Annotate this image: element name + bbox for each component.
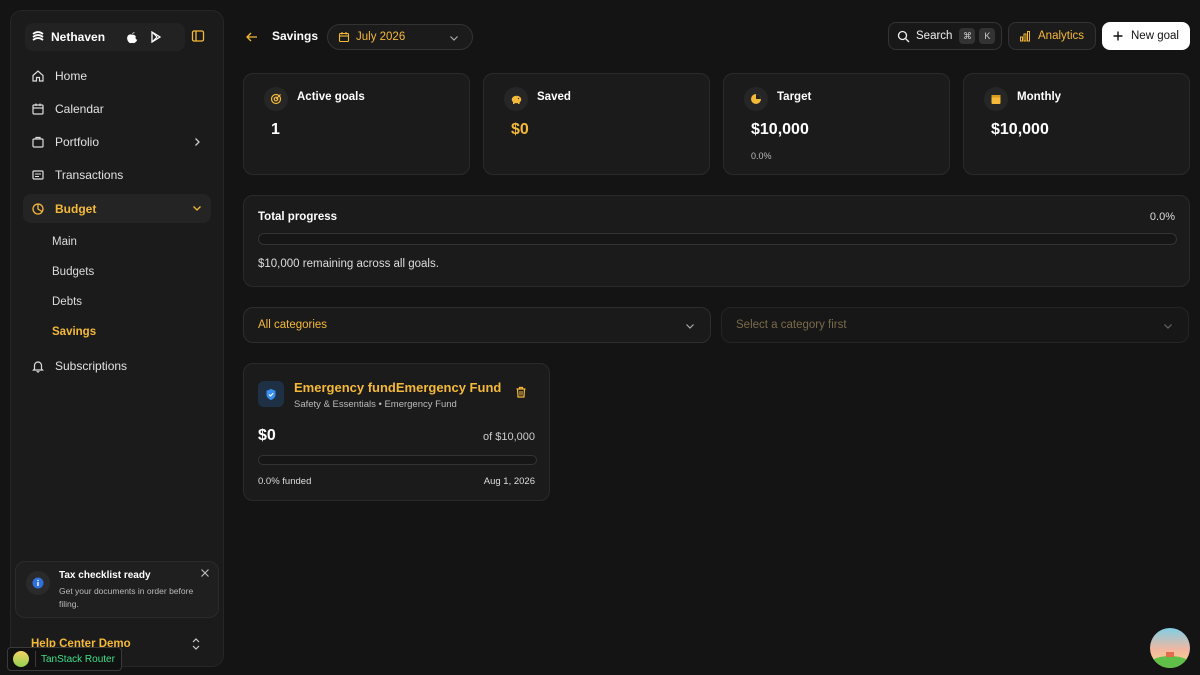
home-icon bbox=[31, 69, 45, 83]
bar-chart-icon bbox=[1019, 30, 1031, 42]
chevron-right-icon bbox=[191, 136, 203, 148]
pie-chart-icon bbox=[31, 202, 45, 216]
chevron-down-icon bbox=[1162, 320, 1174, 332]
stat-value: $0 bbox=[511, 121, 529, 138]
sidebar-item-home[interactable]: Home bbox=[23, 61, 211, 90]
stat-card-active-goals: Active goals 1 bbox=[243, 73, 470, 175]
pie-chart-icon bbox=[744, 87, 768, 111]
sidebar-item-calendar[interactable]: Calendar bbox=[23, 94, 211, 123]
stat-card-target: Target $10,000 0.0% bbox=[723, 73, 950, 175]
new-goal-button[interactable]: New goal bbox=[1102, 22, 1190, 50]
calendar-icon bbox=[31, 102, 45, 116]
analytics-button[interactable]: Analytics bbox=[1008, 22, 1096, 50]
analytics-label: Analytics bbox=[1038, 30, 1085, 42]
chevron-down-icon bbox=[448, 32, 460, 44]
trash-icon[interactable] bbox=[514, 385, 528, 399]
goal-card[interactable]: Emergency fundEmergency Fund Safety & Es… bbox=[243, 363, 550, 501]
category-select[interactable]: All categories bbox=[243, 307, 711, 343]
category-select-value: All categories bbox=[258, 319, 328, 331]
target-icon bbox=[264, 87, 288, 111]
stat-card-saved: Saved $0 bbox=[483, 73, 710, 175]
stat-value: 1 bbox=[271, 121, 280, 138]
stat-value: $10,000 bbox=[751, 121, 809, 138]
chevron-down-icon bbox=[191, 202, 203, 214]
stat-label: Active goals bbox=[297, 91, 365, 103]
close-icon[interactable] bbox=[200, 568, 210, 578]
new-goal-label: New goal bbox=[1131, 30, 1179, 42]
top-bar: Savings July 2026 Search ⌘ K Analytics N… bbox=[245, 22, 1190, 52]
calendar-icon bbox=[984, 87, 1008, 111]
stat-label: Monthly bbox=[1017, 91, 1062, 103]
devtools-label: TanStack Router bbox=[41, 653, 115, 665]
goal-subtitle: Safety & Essentials • Emergency Fund bbox=[294, 399, 457, 410]
stat-subtext: 0.0% bbox=[751, 151, 772, 161]
month-label: July 2026 bbox=[356, 31, 406, 43]
goal-saved: $0 bbox=[258, 427, 276, 444]
piggy-bank-icon bbox=[504, 87, 528, 111]
workspace-switcher[interactable]: Nethaven bbox=[25, 23, 185, 51]
sidebar-subitem-main[interactable]: Main bbox=[23, 227, 211, 257]
nethaven-logo-icon bbox=[31, 30, 45, 44]
progress-title: Total progress bbox=[258, 211, 338, 223]
search-label: Search bbox=[916, 30, 953, 42]
sidebar-nav: Home Calendar Portfolio Transactions Bud… bbox=[23, 61, 211, 385]
page-title: Savings bbox=[272, 29, 319, 43]
goal-date: Aug 1, 2026 bbox=[483, 476, 535, 487]
sidebar-item-label: Transactions bbox=[55, 168, 124, 183]
chevron-down-icon bbox=[684, 320, 696, 332]
sidebar-item-label: Portfolio bbox=[55, 135, 100, 150]
sidebar-subitem-budgets[interactable]: Budgets bbox=[23, 257, 211, 287]
info-icon bbox=[26, 571, 50, 595]
receipt-icon bbox=[31, 168, 45, 182]
tax-checklist-toast: Tax checklist ready Get your documents i… bbox=[15, 561, 219, 618]
total-progress-card: Total progress 0.0% $10,000 remaining ac… bbox=[243, 195, 1190, 287]
stat-label: Target bbox=[777, 91, 812, 103]
search-icon bbox=[897, 30, 910, 43]
goal-target: of $10,000 bbox=[483, 431, 535, 443]
sidebar-subitem-savings[interactable]: Savings bbox=[23, 317, 211, 347]
user-avatar[interactable] bbox=[1150, 628, 1190, 668]
stat-card-monthly: Monthly $10,000 bbox=[963, 73, 1190, 175]
sidebar-item-label: Subscriptions bbox=[55, 358, 128, 373]
toast-title: Tax checklist ready bbox=[59, 570, 151, 581]
tanstack-logo-icon bbox=[13, 651, 29, 667]
stat-label: Saved bbox=[537, 91, 571, 103]
chevron-up-down-icon[interactable] bbox=[191, 637, 201, 651]
calendar-icon bbox=[338, 31, 350, 43]
play-store-icon[interactable] bbox=[149, 30, 163, 44]
goal-progress-bar bbox=[258, 455, 537, 465]
briefcase-icon bbox=[31, 135, 45, 149]
goal-title: Emergency fundEmergency Fund bbox=[294, 380, 502, 395]
progress-percent: 0.0% bbox=[1149, 211, 1175, 223]
sidebar-item-transactions[interactable]: Transactions bbox=[23, 161, 211, 190]
tanstack-devtools-button[interactable]: TanStack Router bbox=[7, 647, 122, 671]
sidebar: Nethaven Home Calendar Portfolio Transac… bbox=[10, 10, 224, 667]
shield-icon bbox=[258, 381, 284, 407]
subcategory-select[interactable]: Select a category first bbox=[721, 307, 1189, 343]
bell-icon bbox=[31, 359, 45, 373]
toast-body: Get your documents in order before filin… bbox=[59, 586, 194, 609]
arrow-left-icon[interactable] bbox=[245, 30, 259, 44]
sidebar-item-subscriptions[interactable]: Subscriptions bbox=[23, 351, 211, 380]
apple-icon[interactable] bbox=[125, 30, 139, 44]
subcategory-select-value: Select a category first bbox=[736, 319, 847, 331]
stat-value: $10,000 bbox=[991, 121, 1049, 138]
sidebar-subitem-debts[interactable]: Debts bbox=[23, 287, 211, 317]
sidebar-item-label: Budget bbox=[55, 201, 97, 216]
sidebar-item-portfolio[interactable]: Portfolio bbox=[23, 128, 211, 157]
progress-remaining: $10,000 remaining across all goals. bbox=[258, 258, 439, 270]
sidebar-item-label: Calendar bbox=[55, 101, 104, 116]
sidebar-toggle-icon[interactable] bbox=[191, 29, 205, 43]
sidebar-item-label: Home bbox=[55, 68, 88, 83]
app-name: Nethaven bbox=[51, 30, 106, 44]
total-progress-bar bbox=[258, 233, 1177, 245]
sidebar-item-budget[interactable]: Budget bbox=[23, 194, 211, 224]
goal-funded: 0.0% funded bbox=[258, 476, 312, 487]
plus-icon bbox=[1112, 30, 1124, 42]
month-picker[interactable]: July 2026 bbox=[327, 24, 473, 50]
kbd-cmd: ⌘ bbox=[959, 28, 976, 44]
search-button[interactable]: Search ⌘ K bbox=[888, 22, 1002, 50]
kbd-k: K bbox=[979, 28, 996, 44]
